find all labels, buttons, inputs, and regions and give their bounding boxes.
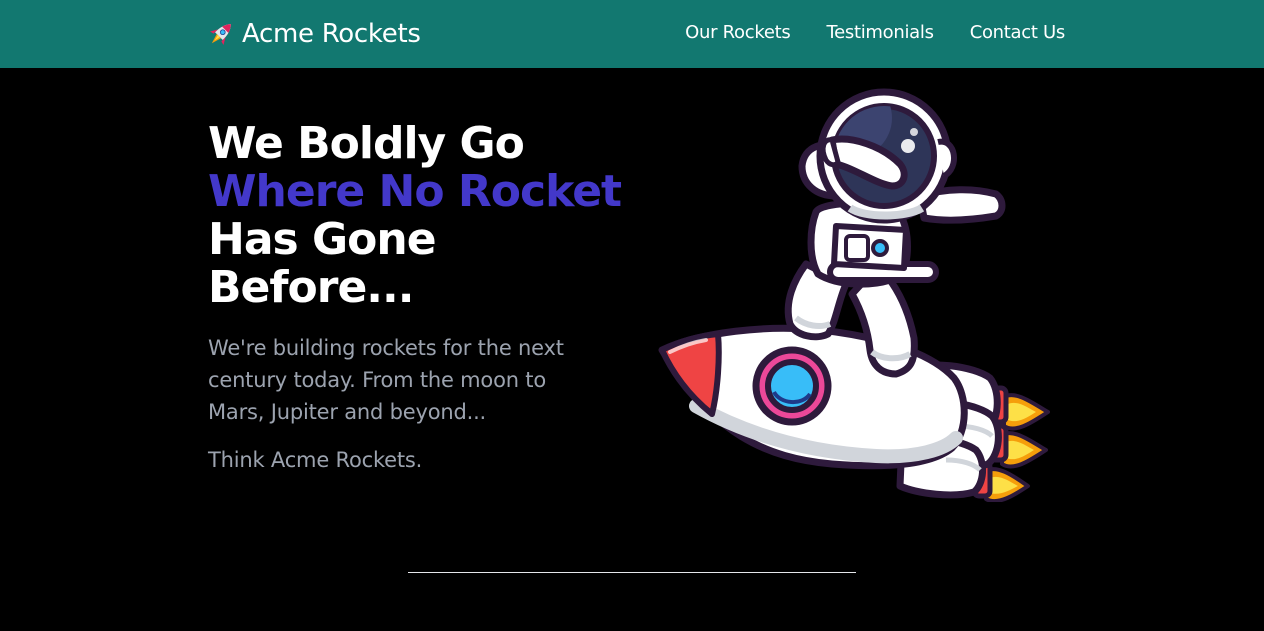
hero-description: We're building rockets for the next cent… — [208, 336, 564, 424]
hero-title: We Boldly Go Where No Rocket Has Gone Be… — [208, 120, 628, 312]
brand-link[interactable]: Acme Rockets — [205, 16, 421, 52]
hero-title-line-1: We Boldly Go — [208, 118, 525, 169]
nav-link-contact-us[interactable]: Contact Us — [970, 22, 1066, 43]
hero-title-accent-line: Where No Rocket — [208, 166, 622, 217]
site-header: Acme Rockets Our Rockets Testimonials Co… — [0, 0, 1264, 68]
hero-copy: We Boldly Go Where No Rocket Has Gone Be… — [208, 120, 628, 476]
astronaut-rocket-illustration — [658, 88, 1050, 502]
section-divider — [408, 572, 856, 573]
hero-title-line-3: Has Gone — [208, 214, 437, 265]
brand-name: Acme Rockets — [242, 19, 421, 49]
hero-tagline: Think Acme Rockets. — [208, 448, 423, 472]
main-nav: Our Rockets Testimonials Contact Us — [685, 22, 1065, 43]
hero-title-line-4: Before... — [208, 262, 414, 313]
rocket-body — [658, 324, 968, 470]
nav-link-our-rockets[interactable]: Our Rockets — [685, 22, 791, 43]
astronaut-helmet — [816, 88, 957, 224]
nav-link-testimonials[interactable]: Testimonials — [826, 22, 934, 43]
rocket-icon — [210, 24, 231, 45]
